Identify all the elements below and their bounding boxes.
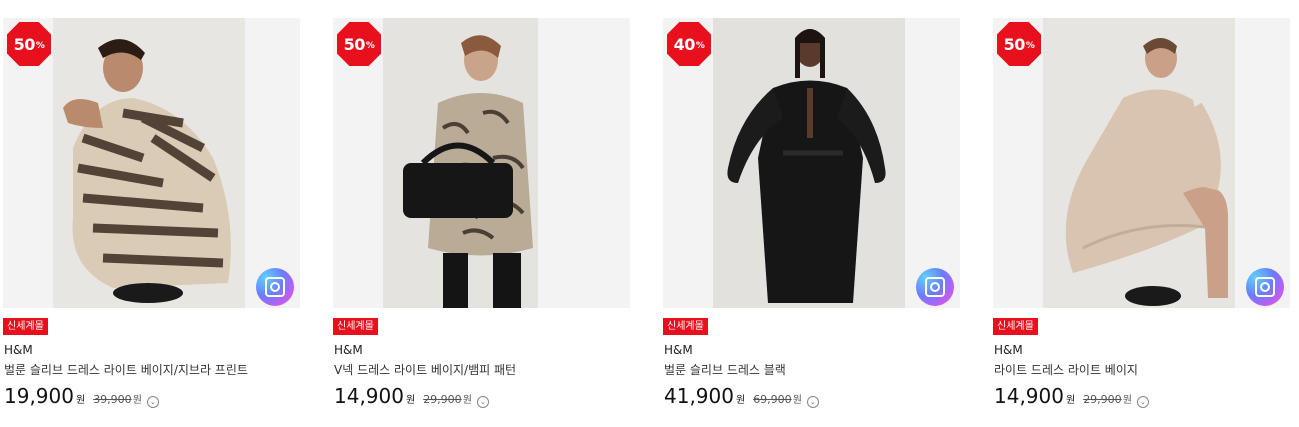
info-circle-icon[interactable]: ⌄	[1136, 396, 1149, 408]
original-price: 39,900	[93, 393, 132, 406]
product-image[interactable]: 50%	[993, 18, 1290, 308]
discount-badge: 50%	[997, 22, 1041, 66]
discount-badge: 50%	[7, 22, 51, 66]
product-card[interactable]: 50% 신세계몰 H&M 벌룬 슬리브 드레스 라이트 베이지/지브라 프린트 …	[0, 18, 300, 418]
sale-price: 14,900	[334, 384, 404, 408]
price-row: 14,900 원 29,900 원 ⌄	[994, 384, 1149, 408]
product-image[interactable]: 50%	[333, 18, 630, 308]
price-row: 41,900 원 69,900 원 ⌄	[664, 384, 819, 408]
original-price-unit: 원	[132, 395, 142, 406]
product-name[interactable]: 라이트 드레스 라이트 베이지	[994, 361, 1138, 378]
mall-tag: 신세계몰	[333, 318, 378, 335]
product-name[interactable]: 벌룬 슬리브 드레스 라이트 베이지/지브라 프린트	[4, 361, 248, 378]
product-photo-black-dress[interactable]	[713, 18, 905, 308]
product-name[interactable]: 벌룬 슬리브 드레스 블랙	[664, 361, 786, 378]
original-price: 29,900	[423, 393, 462, 406]
original-price: 29,900	[1083, 393, 1122, 406]
original-price-unit: 원	[462, 395, 472, 406]
product-image[interactable]: 50%	[3, 18, 300, 308]
sale-price-unit: 원	[735, 395, 746, 406]
original-price-unit: 원	[792, 395, 802, 406]
product-card[interactable]: 50% 신세계몰 H&M V넥 드레스 라이트 베이지/뱀피 패턴 14,900…	[330, 18, 630, 418]
brand-name[interactable]: H&M	[4, 343, 33, 357]
product-photo-zebra-dress[interactable]	[53, 18, 245, 308]
product-card[interactable]: 50% 신세계몰 H&M 라이트 드레스 라이트 베이지 14,900 원 29…	[990, 18, 1290, 418]
brand-name[interactable]: H&M	[334, 343, 363, 357]
brand-name[interactable]: H&M	[664, 343, 693, 357]
product-name[interactable]: V넥 드레스 라이트 베이지/뱀피 패턴	[334, 361, 516, 378]
camera-search-icon[interactable]	[916, 268, 954, 306]
sale-price-unit: 원	[75, 395, 86, 406]
discount-badge: 40%	[667, 22, 711, 66]
product-photo-snake-dress[interactable]	[383, 18, 575, 308]
info-circle-icon[interactable]: ⌄	[476, 396, 489, 408]
price-row: 14,900 원 29,900 원 ⌄	[334, 384, 489, 408]
camera-search-icon[interactable]	[1246, 268, 1284, 306]
info-circle-icon[interactable]: ⌄	[806, 396, 819, 408]
sale-price-unit: 원	[405, 395, 416, 406]
sale-price: 41,900	[664, 384, 734, 408]
mall-tag: 신세계몰	[3, 318, 48, 335]
camera-search-icon[interactable]	[256, 268, 294, 306]
sale-price: 19,900	[4, 384, 74, 408]
mall-tag: 신세계몰	[993, 318, 1038, 335]
sale-price: 14,900	[994, 384, 1064, 408]
product-image[interactable]: 40%	[663, 18, 960, 308]
discount-badge: 50%	[337, 22, 381, 66]
product-card[interactable]: 40% 신세계몰 H&M 벌룬 슬리브 드레스 블랙 41,900 원 69,9…	[660, 18, 960, 418]
product-photo-beige-dress[interactable]	[1043, 18, 1235, 308]
brand-name[interactable]: H&M	[994, 343, 1023, 357]
price-row: 19,900 원 39,900 원 ⌄	[4, 384, 159, 408]
original-price: 69,900	[753, 393, 792, 406]
sale-price-unit: 원	[1065, 395, 1076, 406]
mall-tag: 신세계몰	[663, 318, 708, 335]
info-circle-icon[interactable]: ⌄	[146, 396, 159, 408]
original-price-unit: 원	[1122, 395, 1132, 406]
